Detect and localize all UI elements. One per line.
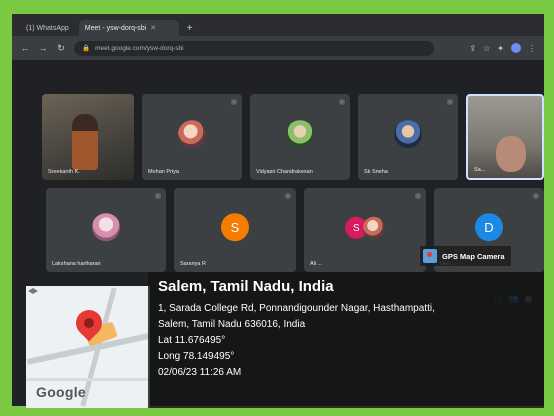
- tab-label: (1) WhatsApp: [26, 24, 69, 32]
- url-text: meet.google.com/ysw-dorq-sbi: [95, 44, 184, 52]
- participant-tile[interactable]: · Sk Sneha: [358, 94, 458, 180]
- gps-longitude: Long 78.149495°: [158, 351, 235, 362]
- tab-label: Meet - ysw-dorq-sbi: [84, 24, 147, 32]
- tab-meet[interactable]: Meet - ysw-dorq-sbi ✕: [78, 20, 179, 36]
- participant-tile[interactable]: · S Ali ...: [304, 188, 426, 272]
- participant-name: Vidyasri Chandrakesan: [256, 169, 313, 175]
- mic-off-icon: ·: [447, 99, 453, 105]
- participant-tile[interactable]: · Vidyasri Chandrakesan: [250, 94, 350, 180]
- participant-avatar: [286, 120, 314, 149]
- gps-info-panel: Salem, Tamil Nadu, India 1, Sarada Colle…: [148, 272, 544, 408]
- mic-off-icon: ·: [339, 99, 345, 105]
- address-bar[interactable]: 🔒 meet.google.com/ysw-dorq-sbi: [74, 40, 434, 56]
- participant-tile[interactable]: Sa...: [466, 94, 544, 180]
- participant-avatar: D: [475, 213, 503, 242]
- tab-whatsapp[interactable]: (1) WhatsApp: [20, 20, 75, 36]
- graduation-cap-icon: [28, 288, 38, 294]
- participant-name: Saranya R: [180, 261, 206, 267]
- participant-name: Lakshana hariharan: [52, 261, 101, 267]
- participant-avatar: [178, 120, 206, 149]
- gps-address-line-2: Salem, Tamil Nadu 636016, India: [158, 319, 306, 330]
- mic-off-icon: ·: [285, 193, 291, 199]
- participant-video: [496, 136, 526, 172]
- gps-camera-icon: [423, 249, 437, 263]
- browser-tabbar: (1) WhatsApp Meet - ysw-dorq-sbi ✕ +: [12, 14, 544, 36]
- participant-name: Ali ...: [310, 261, 323, 267]
- avatar-initial: S: [352, 222, 360, 234]
- star-icon[interactable]: ☆: [483, 44, 490, 53]
- close-icon[interactable]: ✕: [150, 24, 156, 32]
- reload-icon[interactable]: ↻: [56, 43, 66, 54]
- new-tab-icon[interactable]: +: [187, 23, 193, 34]
- map-road: [26, 378, 150, 381]
- profile-avatar[interactable]: [511, 43, 521, 53]
- participant-name: Sreekanth K.: [48, 169, 80, 175]
- mic-off-icon: ·: [533, 193, 539, 199]
- extensions-icon[interactable]: ✦: [497, 44, 504, 53]
- back-icon[interactable]: ←: [20, 43, 30, 53]
- participant-video: [72, 114, 98, 170]
- forward-icon[interactable]: →: [38, 43, 48, 53]
- mic-off-icon: ·: [155, 193, 161, 199]
- share-icon[interactable]: ⇪: [469, 44, 476, 53]
- gps-city: Salem, Tamil Nadu, India: [158, 278, 334, 295]
- participant-name: Sa...: [474, 167, 486, 173]
- avatar-initial: D: [484, 219, 494, 235]
- participant-tile[interactable]: · Lakshana hariharan: [46, 188, 166, 272]
- participant-avatar: S: [221, 213, 249, 242]
- avatar-initial: S: [230, 219, 240, 235]
- participant-name: Sk Sneha: [364, 169, 388, 175]
- gps-address-line-1: 1, Sarada College Rd, Ponnandigounder Na…: [158, 303, 435, 314]
- gps-datetime: 02/06/23 11:26 AM: [158, 367, 242, 378]
- gps-app-label: GPS Map Camera: [420, 246, 511, 266]
- participant-avatar: [394, 120, 422, 149]
- browser-toolbar: ← → ↻ 🔒 meet.google.com/ysw-dorq-sbi ⇪ ☆…: [12, 36, 544, 60]
- google-logo: Google: [36, 384, 87, 400]
- lock-icon: 🔒: [82, 45, 91, 52]
- mic-off-icon: ·: [231, 99, 237, 105]
- participant-tile[interactable]: · Mohan Priya: [142, 94, 242, 180]
- gps-latitude: Lat 11.676495°: [158, 335, 226, 346]
- participant-name: Mohan Priya: [148, 169, 179, 175]
- mic-off-icon: ·: [415, 193, 421, 199]
- map-thumbnail: Google: [26, 286, 150, 408]
- participant-avatar-photo: [362, 216, 385, 239]
- participant-avatar: [92, 213, 120, 242]
- participant-tile[interactable]: · S Saranya R: [174, 188, 296, 272]
- menu-icon[interactable]: ⋮: [528, 44, 536, 53]
- participant-tile[interactable]: Sreekanth K.: [42, 94, 134, 180]
- gps-app-name: GPS Map Camera: [442, 251, 505, 261]
